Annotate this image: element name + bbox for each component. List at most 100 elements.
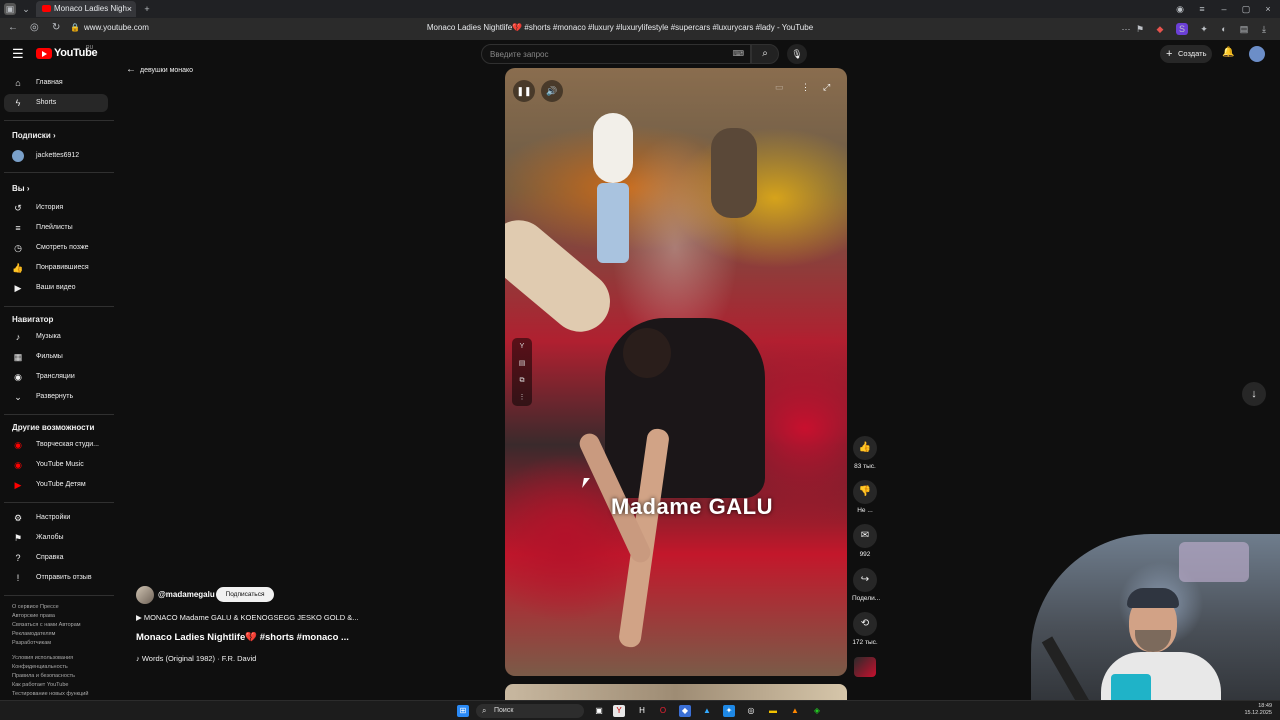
sidebar-item-live[interactable]: ◉ Трансляции [4, 368, 108, 386]
menu-icon[interactable]: ≡ [1196, 3, 1208, 15]
back-link[interactable]: ← девушки монако [126, 64, 193, 75]
more-options-icon[interactable]: ⋮ [801, 82, 810, 93]
sidebar-item-reports[interactable]: ⚑ Жалобы [4, 529, 108, 547]
extensions-icon[interactable]: ✦ [1198, 23, 1210, 35]
sidebar-item-shorts[interactable]: ϟ Shorts [4, 94, 108, 112]
channel-avatar[interactable] [136, 586, 154, 604]
create-button[interactable]: + Создать [1160, 45, 1212, 63]
keyboard-icon[interactable]: ⌨ [732, 49, 744, 58]
extension-icon[interactable]: ◆ [1154, 23, 1166, 35]
fullscreen-icon[interactable]: ⤢ [823, 82, 830, 93]
sidebar-item-your-videos[interactable]: ▶ Ваши видео [4, 279, 108, 297]
like-icon[interactable]: 👍 [853, 436, 877, 460]
remix-action[interactable]: ⟲ 172 тыс. [852, 612, 878, 646]
vlc-icon[interactable]: ▲ [789, 705, 801, 717]
share-action[interactable]: ↪ Подели... [852, 568, 880, 602]
sidebar-item-subscription[interactable]: jackettes6912 [4, 147, 108, 165]
sidebar-item-playlists[interactable]: ≡ Плейлисты [4, 219, 108, 237]
sidebar-item-feedback[interactable]: ! Отправить отзыв [4, 569, 108, 587]
comment-icon[interactable]: ✉ [853, 524, 877, 548]
sidebar-item-expand[interactable]: ⌄ Развернуть [4, 388, 108, 406]
avatar[interactable] [1249, 46, 1265, 62]
remix-icon[interactable]: ⟲ [853, 612, 877, 636]
shorts-video-player[interactable]: ❚❚ 🔊 ▭ ⋮ ⤢ Y ▤ ⧉ ⋮ Madame GALU [505, 68, 847, 676]
close-window-icon[interactable]: × [1262, 3, 1274, 15]
like-action[interactable]: 👍 83 тыс. [852, 436, 878, 470]
app-icon[interactable]: H [636, 705, 648, 717]
account-icon[interactable]: ◉ [1174, 3, 1186, 15]
menu-icon[interactable]: ☰ [12, 46, 24, 62]
pause-button[interactable]: ❚❚ [513, 80, 535, 102]
chrome-icon[interactable]: ◎ [745, 705, 757, 717]
app-icon[interactable]: ◈ [811, 705, 823, 717]
sidebar-item-watch-later[interactable]: ◷ Смотреть позже [4, 239, 108, 257]
screenshot-icon[interactable]: ◐ [1218, 23, 1230, 35]
tab-list-icon[interactable]: ⌄ [20, 3, 32, 15]
task-view-icon[interactable]: ▣ [593, 705, 605, 717]
opera-icon[interactable]: O [657, 705, 669, 717]
voice-search-button[interactable]: 🎙 [787, 44, 807, 64]
footer-links[interactable]: О сервисе Прессе Авторские права Связать… [12, 603, 116, 648]
captions-icon[interactable]: ▭ [775, 82, 784, 93]
sound-thumbnail[interactable] [854, 657, 876, 677]
pip-icon[interactable]: ⧉ [512, 372, 532, 389]
download-icon[interactable]: ⤓ [1258, 23, 1270, 35]
films-icon: ▦ [13, 352, 23, 362]
app-icon[interactable]: ◆ [679, 705, 691, 717]
sidebar-item-studio[interactable]: ◉ Творческая студи... [4, 436, 108, 454]
next-video-preview[interactable] [505, 684, 847, 700]
extension-icon[interactable]: Y [512, 338, 532, 355]
sidebar-item-home[interactable]: ⌂ Главная [4, 74, 108, 92]
sidebar-item-music[interactable]: ♪ Музыка [4, 328, 108, 346]
taskbar-search[interactable]: ⌕ Поиск [476, 704, 584, 718]
sidebar-item-help[interactable]: ? Справка [4, 549, 108, 567]
browser-tab[interactable]: Monaco Ladies Nigh × [36, 1, 136, 17]
app-icon[interactable]: ✦ [723, 705, 735, 717]
comments-action[interactable]: ✉ 992 [852, 524, 878, 558]
more-icon[interactable]: ⋯ [1120, 23, 1132, 35]
back-icon[interactable]: ← [8, 22, 18, 33]
app-icon[interactable]: ▲ [701, 705, 713, 717]
sidebar-item-yt-kids[interactable]: ▶ YouTube Детям [4, 476, 108, 494]
url-field[interactable]: www.youtube.com [84, 23, 149, 32]
share-icon[interactable]: ↪ [853, 568, 877, 592]
folder-icon[interactable]: ▬ [767, 705, 779, 717]
taskbar: ⊞ ⌕ Поиск ▣ Y H O ◆ ▲ ✦ ◎ ▬ ▲ ◈ 18:49 15… [0, 700, 1280, 720]
taskbar-clock[interactable]: 18:49 15.12.2025 [1234, 703, 1272, 717]
youtube-logo-icon[interactable] [36, 48, 52, 59]
sidebar-item-settings[interactable]: ⚙ Настройки [4, 509, 108, 527]
search-button[interactable]: ⌕ [751, 44, 779, 64]
subscriptions-heading[interactable]: Подписки › [12, 131, 56, 140]
search-input[interactable]: Введите запрос ⌨ [481, 44, 751, 64]
channel-name[interactable]: @madamegalu [158, 590, 215, 599]
video-title[interactable]: Monaco Ladies Nightlife💔 #shorts #monaco… [136, 632, 396, 643]
sidebar-item-history[interactable]: ↺ История [4, 199, 108, 217]
sidebar-item-liked[interactable]: 👍 Понравившиеся [4, 259, 108, 277]
bookmark-icon[interactable]: ⚑ [1134, 23, 1146, 35]
yandex-browser-icon[interactable]: Y [613, 705, 625, 717]
new-tab-icon[interactable]: + [141, 3, 153, 15]
notifications-icon[interactable]: 🔔 [1222, 47, 1234, 58]
more-options-icon[interactable]: ⋮ [512, 389, 532, 406]
reload-icon[interactable]: ↻ [52, 22, 60, 33]
subtitles-icon[interactable]: ▤ [512, 355, 532, 372]
music-link[interactable]: ♪ Words (Original 1982) · F.R. David [136, 654, 256, 663]
extension-icon[interactable]: S [1176, 23, 1188, 35]
dislike-action[interactable]: 👎 Не ... [852, 480, 878, 514]
you-heading[interactable]: Вы › [12, 184, 30, 193]
volume-button[interactable]: 🔊 [541, 80, 563, 102]
windows-start-icon[interactable]: ⊞ [457, 705, 469, 717]
shield-icon[interactable]: ◎ [30, 22, 39, 33]
subscribe-button[interactable]: Подписаться [216, 587, 274, 602]
restore-icon[interactable]: ▢ [1240, 3, 1252, 15]
dislike-icon[interactable]: 👎 [853, 480, 877, 504]
sidebar-icon[interactable]: ▤ [1238, 23, 1250, 35]
browser-menu-icon[interactable]: ▣ [4, 3, 16, 15]
footer-links[interactable]: Условия использования Конфиденциальность… [12, 654, 116, 699]
next-short-button[interactable]: ↓ [1242, 382, 1266, 406]
related-video-link[interactable]: ▶ MONACO Madame GALU & KOENOGSEGG JESKO … [136, 613, 396, 622]
minimize-icon[interactable]: – [1218, 3, 1230, 15]
sidebar-item-yt-music[interactable]: ◉ YouTube Music [4, 456, 108, 474]
sidebar-item-films[interactable]: ▦ Фильмы [4, 348, 108, 366]
close-tab-icon[interactable]: × [127, 1, 132, 17]
